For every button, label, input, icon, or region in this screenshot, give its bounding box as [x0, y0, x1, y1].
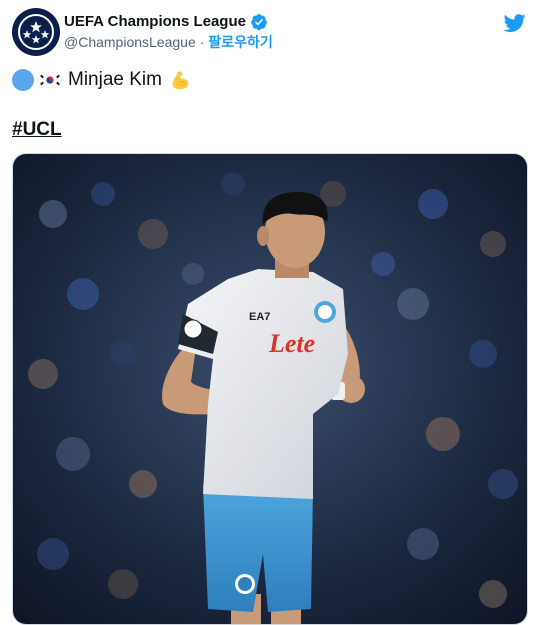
player-name-text: Minjae Kim [68, 69, 162, 90]
avatar[interactable] [12, 8, 60, 56]
shirt-sponsor-text: Lete [268, 329, 315, 358]
flexed-biceps-icon [172, 71, 189, 90]
separator: · [199, 34, 205, 50]
tweet-header: UEFA Champions League @ChampionsLeague · 팔… [12, 8, 528, 56]
tweet-body: Minjae Kim #UCL [12, 66, 524, 144]
kit-sponsor-text: EA7 [249, 311, 270, 323]
tweet-photo[interactable]: EA7 Lete [12, 153, 528, 625]
twitter-bird-icon[interactable] [504, 12, 526, 34]
champions-league-starball-icon [18, 14, 54, 50]
south-korea-flag-icon [38, 72, 62, 88]
follow-button[interactable]: 팔로우하기 [208, 34, 272, 50]
hashtag-link[interactable]: #UCL [12, 116, 62, 144]
account-handle[interactable]: @ChampionsLeague [64, 34, 196, 50]
blue-circle-icon [12, 69, 34, 91]
verified-badge-icon [251, 14, 267, 31]
display-name[interactable]: UEFA Champions League [64, 13, 246, 31]
player-photo: EA7 Lete [13, 154, 527, 624]
